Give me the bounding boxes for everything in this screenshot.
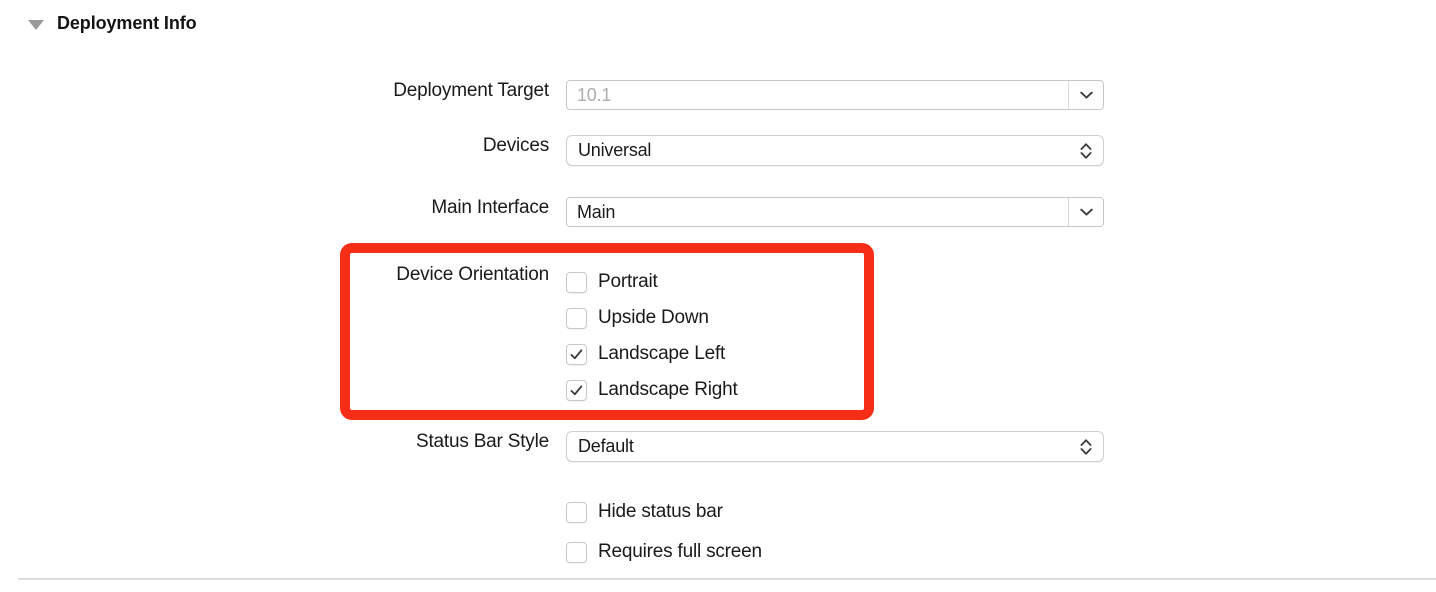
checkbox-row-requires-full-screen[interactable]: Requires full screen <box>566 532 762 572</box>
checkbox-label-requires-full-screen: Requires full screen <box>598 541 762 562</box>
row-main-interface: Main Interface Main <box>0 197 1104 227</box>
devices-popup-button[interactable]: Universal <box>566 135 1104 166</box>
deployment-info-section-header[interactable]: Deployment Info <box>28 13 197 34</box>
checkbox-label-landscape-left: Landscape Left <box>598 343 726 364</box>
status-bar-style-popup-button[interactable]: Default <box>566 431 1104 462</box>
checkbox-portrait[interactable] <box>566 271 587 293</box>
row-deployment-target: Deployment Target 10.1 <box>0 80 1104 110</box>
devices-value: Universal <box>578 140 652 160</box>
deployment-target-dropdown-button[interactable] <box>1068 81 1103 109</box>
extra-options-control: Hide status bar Requires full screen <box>566 492 762 572</box>
checkbox-landscape-left[interactable] <box>566 343 587 365</box>
checkbox-label-upside-down: Upside Down <box>598 307 709 328</box>
checkmark-icon <box>570 384 583 395</box>
deployment-target-label: Deployment Target <box>393 80 549 101</box>
checkmark-icon <box>570 348 583 359</box>
main-interface-dropdown-button[interactable] <box>1068 198 1103 226</box>
checkbox-row-portrait[interactable]: Portrait <box>566 264 738 300</box>
checkbox-row-hide-status-bar[interactable]: Hide status bar <box>566 492 762 532</box>
status-bar-style-label: Status Bar Style <box>415 431 549 452</box>
row-devices: Devices Universal <box>0 135 1104 166</box>
row-device-orientation: Device Orientation Portrait Upside Down <box>0 264 738 408</box>
checkbox-label-hide-status-bar: Hide status bar <box>598 501 723 522</box>
devices-label: Devices <box>482 135 549 156</box>
checkbox-row-upside-down[interactable]: Upside Down <box>566 300 738 336</box>
chevron-down-icon <box>1079 91 1093 99</box>
chevron-up-down-icon <box>1080 438 1092 456</box>
main-interface-control: Main <box>566 197 1104 227</box>
chevron-down-icon <box>1079 208 1093 216</box>
row-extra-options: Hide status bar Requires full screen <box>0 492 762 572</box>
checkbox-row-landscape-left[interactable]: Landscape Left <box>566 336 738 372</box>
checkbox-upside-down[interactable] <box>566 307 587 329</box>
checkbox-label-portrait: Portrait <box>598 271 658 292</box>
device-orientation-control: Portrait Upside Down Landscape Left Land… <box>566 264 738 408</box>
row-status-bar-style: Status Bar Style Default <box>0 431 1104 462</box>
device-orientation-label: Device Orientation <box>396 264 549 285</box>
checkbox-label-landscape-right: Landscape Right <box>598 379 738 400</box>
status-bar-style-value: Default <box>578 436 634 456</box>
main-interface-value[interactable]: Main <box>567 198 1068 226</box>
deployment-target-combobox[interactable]: 10.1 <box>566 80 1104 110</box>
checkbox-row-landscape-right[interactable]: Landscape Right <box>566 372 738 408</box>
status-bar-style-control: Default <box>566 431 1104 462</box>
deployment-target-control: 10.1 <box>566 80 1104 110</box>
checkbox-landscape-right[interactable] <box>566 379 587 401</box>
checkbox-requires-full-screen[interactable] <box>566 541 587 563</box>
page-title: Deployment Info <box>57 13 197 33</box>
section-divider <box>18 578 1436 580</box>
chevron-up-down-icon <box>1080 142 1092 160</box>
devices-control: Universal <box>566 135 1104 166</box>
triangle-down-icon[interactable] <box>28 19 44 30</box>
deployment-target-value[interactable]: 10.1 <box>567 81 1068 109</box>
main-interface-label: Main Interface <box>431 197 549 218</box>
main-interface-combobox[interactable]: Main <box>566 197 1104 227</box>
device-orientation-checkbox-group: Portrait Upside Down Landscape Left Land… <box>566 264 738 408</box>
checkbox-hide-status-bar[interactable] <box>566 501 587 523</box>
extra-options-checkbox-group: Hide status bar Requires full screen <box>566 492 762 572</box>
